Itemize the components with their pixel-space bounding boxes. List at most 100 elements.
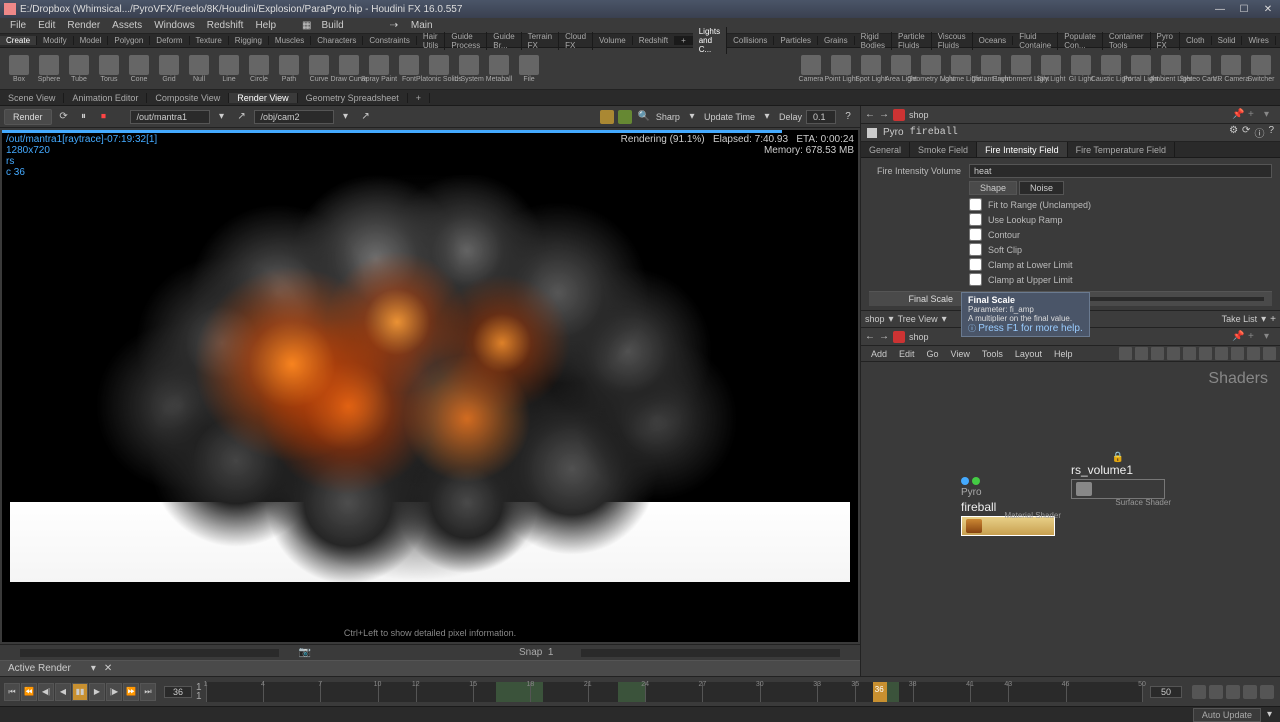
next-key-button[interactable]: ⏩: [123, 683, 139, 701]
reload-icon[interactable]: ⟳: [1242, 125, 1250, 140]
delay-input[interactable]: 0.1: [806, 110, 836, 124]
net-panemenu-icon[interactable]: ▾: [1264, 331, 1276, 343]
shelftab-create[interactable]: Create: [0, 36, 37, 45]
node-rs-volume1[interactable]: 🔒 rs_volume1 Surface Shader: [1071, 452, 1165, 499]
shelftab-polygon[interactable]: Polygon: [108, 36, 150, 45]
net-dd2-icon[interactable]: ▾: [942, 314, 947, 325]
panemenu-icon[interactable]: ▾: [1264, 109, 1276, 121]
subtab-noise[interactable]: Noise: [1019, 181, 1064, 195]
playhead[interactable]: 36: [873, 682, 887, 702]
net-dd1-icon[interactable]: ▾: [889, 314, 894, 325]
net-back-icon[interactable]: ←: [865, 331, 875, 342]
net-path[interactable]: shop: [909, 332, 929, 342]
shelftab-pyro-fx[interactable]: Pyro FX: [1151, 32, 1180, 50]
cam-dropdown-icon[interactable]: ▾: [338, 109, 354, 125]
pause-icon[interactable]: ⏸: [76, 109, 92, 125]
netmenu-add[interactable]: Add: [865, 349, 893, 359]
netmenu-layout[interactable]: Layout: [1009, 349, 1048, 359]
rop-path[interactable]: /out/mantra1: [130, 110, 210, 124]
net-toolbar-icon-3[interactable]: [1167, 347, 1180, 360]
close-render-icon[interactable]: ✕: [104, 663, 112, 674]
end-frame-input[interactable]: [1150, 686, 1182, 698]
first-frame-button[interactable]: ⏮: [4, 683, 20, 701]
tool-torus[interactable]: Torus: [95, 50, 123, 88]
tool-cone[interactable]: Cone: [125, 50, 153, 88]
add-pane-icon[interactable]: +: [1248, 109, 1260, 121]
tool-stereo-cam-[interactable]: Stereo Cam...: [1187, 50, 1215, 88]
netmenu-edit[interactable]: Edit: [893, 349, 921, 359]
shelftab-oceans[interactable]: Oceans: [973, 36, 1014, 45]
net-toolbar-icon-5[interactable]: [1199, 347, 1212, 360]
panetab-scene-view[interactable]: Scene View: [0, 93, 64, 103]
render-button[interactable]: Render: [4, 109, 52, 125]
play-back-button[interactable]: ◀: [55, 683, 71, 701]
add-panetab[interactable]: +: [408, 93, 430, 103]
prev-frame-button[interactable]: ◀|: [38, 683, 54, 701]
shelftab-crowds[interactable]: Crowds: [1276, 36, 1280, 45]
netmenu-tools[interactable]: Tools: [976, 349, 1009, 359]
shelftab-wires[interactable]: Wires: [1242, 36, 1275, 45]
shelftab-solid[interactable]: Solid: [1212, 36, 1243, 45]
zoom-slider[interactable]: [20, 649, 279, 657]
cam-jump-icon[interactable]: ↗: [358, 109, 374, 125]
back-icon[interactable]: ←: [865, 109, 875, 120]
shelftab-particle-fluids[interactable]: Particle Fluids: [892, 32, 932, 50]
check-soft-clip[interactable]: [969, 243, 982, 256]
shelftab-lights-and-c-[interactable]: Lights and C...: [693, 27, 727, 54]
tool-metaball[interactable]: Metaball: [485, 50, 513, 88]
global-icon[interactable]: [1260, 685, 1274, 699]
shelftab-guide-br-[interactable]: Guide Br...: [487, 32, 521, 50]
tool-point-light[interactable]: Point Light: [827, 50, 855, 88]
net-fwd-icon[interactable]: →: [879, 331, 889, 342]
rop-jump-icon[interactable]: ↗: [234, 109, 250, 125]
net-dd3-icon[interactable]: ▾: [1261, 314, 1266, 325]
shelftab-rigging[interactable]: Rigging: [229, 36, 269, 45]
tool-platonic-solids[interactable]: Platonic Solids: [425, 50, 453, 88]
stop-icon[interactable]: ⏹: [96, 109, 112, 125]
node-fireball[interactable]: Pyro fireball Material Shader: [961, 477, 1055, 536]
next-frame-button[interactable]: |▶: [106, 683, 122, 701]
timeline-track[interactable]: 36 147101215182124273033353841434650: [206, 682, 1142, 702]
status-dropdown-icon[interactable]: ▾: [1267, 709, 1272, 720]
tool-l-system[interactable]: L-System: [455, 50, 483, 88]
menu-redshift[interactable]: Redshift: [201, 20, 250, 31]
shelftab-texture[interactable]: Texture: [190, 36, 229, 45]
net-pin-icon[interactable]: 📌: [1232, 331, 1244, 343]
check-contour[interactable]: [969, 228, 982, 241]
menu-assets[interactable]: Assets: [106, 20, 148, 31]
menu-edit[interactable]: Edit: [32, 20, 61, 31]
refresh-icon[interactable]: ⟳: [56, 109, 72, 125]
net-toolbar-icon-6[interactable]: [1215, 347, 1228, 360]
menu-file[interactable]: File: [4, 20, 32, 31]
auto-update-button[interactable]: Auto Update: [1193, 708, 1261, 722]
check-use-lookup-ramp[interactable]: [969, 213, 982, 226]
net-toolbar-icon-9[interactable]: [1263, 347, 1276, 360]
current-frame-input[interactable]: [164, 686, 192, 698]
flag-icon[interactable]: [867, 128, 877, 138]
shelftab-model[interactable]: Model: [74, 36, 109, 45]
menu-windows[interactable]: Windows: [148, 20, 201, 31]
net-shop-label[interactable]: shop: [865, 314, 885, 324]
tool-draw-curve[interactable]: Draw Curve: [335, 50, 363, 88]
netmenu-go[interactable]: Go: [921, 349, 945, 359]
shelftab-populate-con-[interactable]: Populate Con...: [1058, 32, 1103, 50]
help-icon[interactable]: ?: [840, 109, 856, 125]
panetab-geometry-spreadsheet[interactable]: Geometry Spreadsheet: [298, 93, 408, 103]
play-fwd-button[interactable]: ▶: [89, 683, 105, 701]
prev-key-button[interactable]: ⏪: [21, 683, 37, 701]
last-frame-button[interactable]: ⏭: [140, 683, 156, 701]
fi-volume-input[interactable]: [969, 164, 1272, 178]
update-menu[interactable]: Update Time: [704, 112, 755, 122]
shelftab-deform[interactable]: Deform: [150, 36, 189, 45]
tool-null[interactable]: Null: [185, 50, 213, 88]
close-button[interactable]: ✕: [1260, 4, 1276, 15]
dropdown-icon[interactable]: ▾: [91, 663, 96, 674]
parmtab-smoke-field[interactable]: Smoke Field: [910, 142, 977, 157]
shelftab-particles[interactable]: Particles: [774, 36, 818, 45]
play-button[interactable]: ▮▮: [72, 683, 88, 701]
shelftab-terrain-fx[interactable]: Terrain FX: [522, 32, 559, 50]
tool-curve[interactable]: Curve: [305, 50, 333, 88]
shelftab-grains[interactable]: Grains: [818, 36, 855, 45]
net-toolbar-icon-1[interactable]: [1135, 347, 1148, 360]
gear-icon[interactable]: ⚙: [1229, 125, 1238, 140]
